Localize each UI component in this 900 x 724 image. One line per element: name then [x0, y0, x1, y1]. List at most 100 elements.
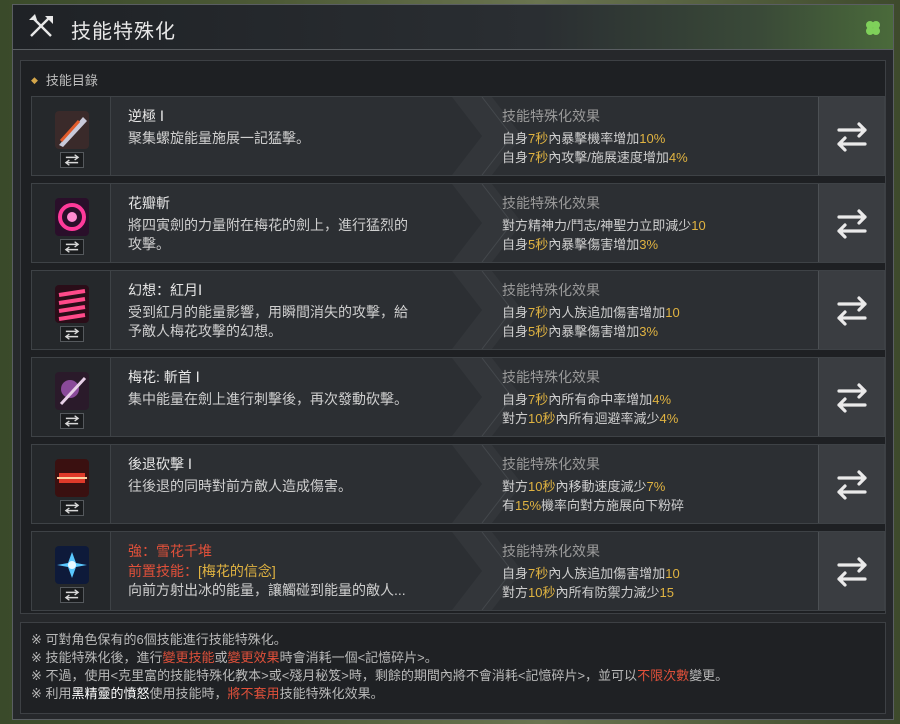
effect-line: 自身7秒內暴擊機率增加10% — [502, 129, 688, 148]
change-effect-button[interactable] — [818, 184, 884, 262]
effect-text: 內移動速度減少 — [555, 479, 647, 494]
note-line: ※ 技能特殊化後，進行變更技能或變更效果時會消耗一個<記憶碎片>。 — [31, 649, 875, 667]
note-text: 將不套用 — [227, 686, 280, 701]
swap-arrows-icon — [837, 209, 867, 239]
effect-line: 對方精神力/鬥志/神聖力立即減少10 — [502, 216, 706, 235]
effect-value: 10秒 — [528, 585, 556, 600]
effect-value: 7秒 — [528, 131, 549, 146]
skill-list-panel: ◆ 技能目錄 逆極 Ⅰ 聚集螺旋能量施展一記猛擊。 技能特殊化效果 自身7秒內暴擊… — [20, 60, 886, 614]
skill-name: 逆極 Ⅰ — [128, 108, 165, 124]
effect-text: 內所有防禦力減少 — [555, 585, 660, 600]
effect-value: 15 — [659, 585, 674, 600]
effect-list: 自身7秒內暴擊機率增加10% 自身7秒內攻擊/施展速度增加4% — [502, 129, 688, 167]
change-effect-button[interactable] — [818, 445, 884, 523]
skill-icon[interactable] — [55, 285, 89, 323]
note-text: 變更效果 — [227, 650, 280, 665]
skill-icon-cell — [32, 271, 111, 349]
diamond-bullet-icon: ◆ — [31, 75, 38, 85]
effect-list: 自身7秒內人族追加傷害增加10 對方10秒內所有防禦力減少15 — [502, 564, 680, 602]
skill-description-line: 攻擊。 — [128, 236, 170, 252]
skill-description-line: 聚集螺旋能量施展一記猛擊。 — [128, 130, 310, 146]
effect-text: 內暴擊傷害增加 — [548, 324, 640, 339]
effect-value: 5秒 — [528, 324, 549, 339]
skill-description-line: 集中能量在劍上進行刺擊後，再次發動砍擊。 — [128, 391, 408, 407]
skill-description: 往後退的同時對前方敵人造成傷害。 — [128, 477, 448, 496]
prerequisite-line: 前置技能：[梅花的信念] — [128, 562, 448, 581]
skill-icon[interactable] — [55, 198, 89, 236]
skill-icon[interactable] — [55, 111, 89, 149]
effect-value: 10% — [639, 131, 666, 146]
skill-description: 集中能量在劍上進行刺擊後，再次發動砍擊。 — [128, 390, 448, 409]
section-header: ◆ 技能目錄 — [31, 70, 98, 89]
title-bar: 技能特殊化 — [13, 5, 893, 50]
note-text: 變更。 — [689, 668, 729, 683]
swap-mini-icon[interactable] — [60, 239, 84, 255]
skill-name: 後退砍擊 Ⅰ — [128, 456, 193, 472]
effect-text: 機率向對方施展向下粉碎 — [541, 498, 685, 513]
skill-name: 幻想：紅月Ⅰ — [128, 282, 203, 298]
effect-value: 7秒 — [528, 392, 549, 407]
effect-line: 對方10秒內所有迴避率減少4% — [502, 409, 678, 428]
change-effect-button[interactable] — [818, 271, 884, 349]
clover-icon[interactable] — [863, 18, 883, 38]
effect-value: 7% — [646, 479, 666, 494]
note-text: 或 — [214, 650, 228, 665]
skill-description: 將四寅劍的力量附在梅花的劍上，進行猛烈的 攻擊。 — [128, 216, 448, 254]
effect-list: 對方精神力/鬥志/神聖力立即減少10 自身5秒內暴擊傷害增加3% — [502, 216, 706, 254]
effect-line: 自身7秒內人族追加傷害增加10 — [502, 564, 680, 583]
effect-value: 4% — [668, 150, 688, 165]
effect-list: 自身7秒內所有命中率增加4% 對方10秒內所有迴避率減少4% — [502, 390, 678, 428]
skill-description-line: 往後退的同時對前方敵人造成傷害。 — [128, 478, 352, 494]
swap-arrows-icon — [837, 296, 867, 326]
skill-description-line: 向前方射出冰的能量，讓觸碰到能量的敵人... — [128, 582, 406, 598]
effect-title: 技能特殊化效果 — [502, 369, 600, 385]
change-effect-button[interactable] — [818, 532, 884, 610]
skill-description-line: 受到紅月的能量影響，用瞬間消失的攻擊，給 — [128, 304, 408, 320]
swap-mini-icon[interactable] — [60, 500, 84, 516]
swap-mini-icon[interactable] — [60, 413, 84, 429]
effect-value: 10秒 — [528, 411, 556, 426]
effect-line: 自身7秒內攻擊/施展速度增加4% — [502, 148, 688, 167]
effect-text: 內暴擊機率增加 — [548, 131, 640, 146]
change-effect-button[interactable] — [818, 97, 884, 175]
skill-row: 強：雪花千堆 前置技能：[梅花的信念] 向前方射出冰的能量，讓觸碰到能量的敵人..… — [31, 531, 885, 611]
note-text: 時會消耗一個<記憶碎片>。 — [279, 650, 438, 665]
effect-text: 內人族追加傷害增加 — [548, 305, 666, 320]
effect-line: 對方10秒內移動速度減少7% — [502, 477, 684, 496]
change-effect-button[interactable] — [818, 358, 884, 436]
note-text: 變更技能 — [162, 650, 215, 665]
swap-arrows-icon — [837, 470, 867, 500]
section-label: 技能目錄 — [45, 73, 98, 88]
effect-text: 自身 — [502, 131, 529, 146]
effect-text: 內所有迴避率減少 — [555, 411, 660, 426]
swap-mini-icon[interactable] — [60, 587, 84, 603]
swap-mini-icon[interactable] — [60, 326, 84, 342]
prerequisite-value: [梅花的信念] — [198, 563, 276, 579]
effect-text: 對方精神力/鬥志/神聖力立即減少 — [502, 218, 692, 233]
effect-value: 10 — [665, 305, 680, 320]
skill-icon[interactable] — [55, 459, 89, 497]
skill-icon[interactable] — [55, 372, 89, 410]
effect-list: 自身7秒內人族追加傷害增加10 自身5秒內暴擊傷害增加3% — [502, 303, 680, 341]
effect-text: 內所有命中率增加 — [548, 392, 653, 407]
skill-row: 花瓣斬 將四寅劍的力量附在梅花的劍上，進行猛烈的 攻擊。 技能特殊化效果 對方精神… — [31, 183, 885, 263]
effect-value: 4% — [659, 411, 679, 426]
skill-icon[interactable] — [55, 546, 89, 584]
swap-arrows-icon — [837, 383, 867, 413]
note-line: ※ 不過，使用<克里富的技能特殊化教本>或<殘月秘笈>時，剩餘的期間內將不會消耗… — [31, 667, 875, 685]
note-text: ※ 可對角色保有的6個技能進行技能特殊化。 — [31, 632, 287, 647]
effect-line: 自身5秒內暴擊傷害增加3% — [502, 322, 680, 341]
effect-value: 10秒 — [528, 479, 556, 494]
effect-value: 5秒 — [528, 237, 549, 252]
effect-value: 7秒 — [528, 566, 549, 581]
effect-list: 對方10秒內移動速度減少7% 有15%機率向對方施展向下粉碎 — [502, 477, 684, 515]
swap-arrows-icon — [837, 557, 867, 587]
prerequisite-label: 前置技能： — [128, 563, 198, 579]
note-text: 黑精靈的憤怒 — [71, 686, 150, 701]
note-line: ※ 利用黑精靈的憤怒使用技能時，將不套用技能特殊化效果。 — [31, 685, 875, 703]
effect-title: 技能特殊化效果 — [502, 108, 600, 124]
skill-description-line: 予敵人梅花攻擊的幻想。 — [128, 323, 282, 339]
skill-icon-cell — [32, 532, 111, 610]
effect-text: 內暴擊傷害增加 — [548, 237, 640, 252]
swap-mini-icon[interactable] — [60, 152, 84, 168]
